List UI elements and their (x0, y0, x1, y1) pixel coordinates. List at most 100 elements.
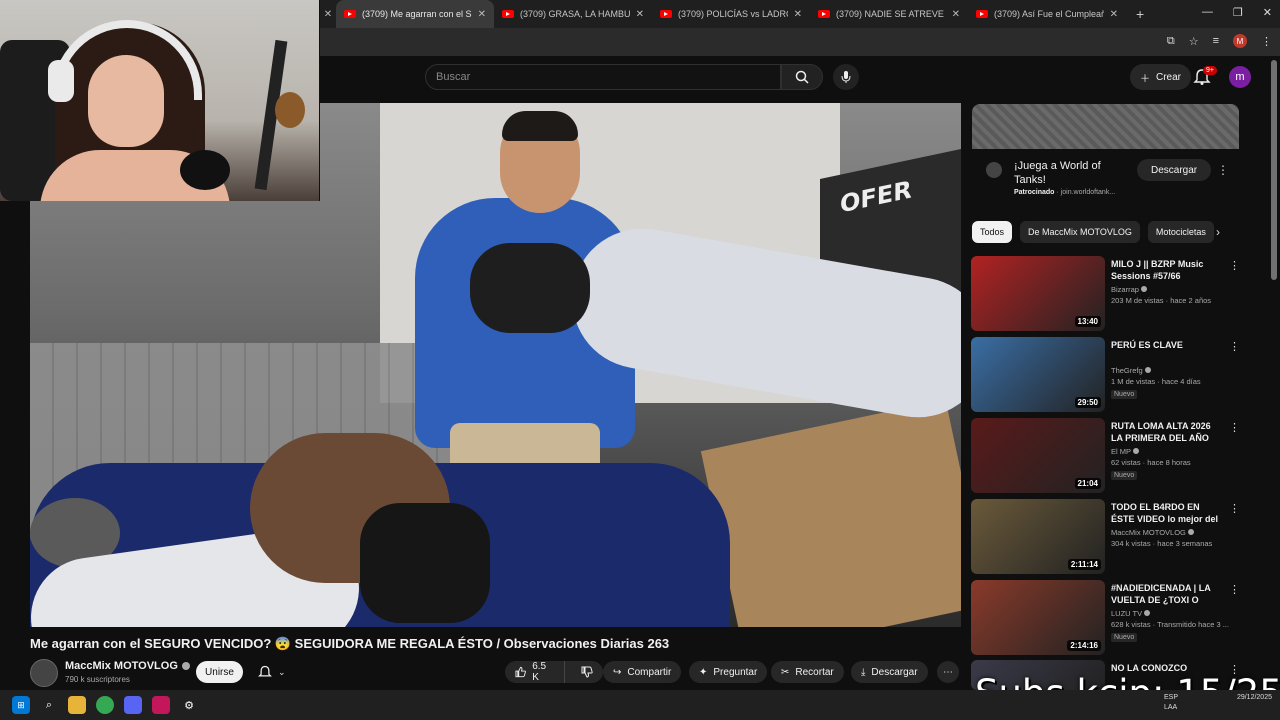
browser-tab-2[interactable]: (3709) GRASA, LA HAMBURGU ✕ (494, 0, 652, 28)
share-button[interactable]: ↪ Compartir (603, 661, 682, 683)
close-icon[interactable]: ✕ (478, 9, 486, 20)
tab-title: (3709) Así Fue el Cumpleaños d (994, 9, 1104, 19)
video-title[interactable]: MILO J || BZRP Music Sessions #57/66 (1111, 258, 1223, 282)
video-frame-box (700, 399, 961, 627)
video-thumbnail[interactable]: 21:04 (971, 418, 1105, 493)
browser-tab-strip: ✕ (3709) Me agarran con el SEGU ✕ (3709)… (320, 0, 1280, 28)
keyboard-language[interactable]: ESP LAA (1164, 693, 1178, 713)
menu-kebab-icon[interactable]: ⋮ (1261, 35, 1272, 48)
recommendation-item[interactable]: 2:11:14 TODO EL B4RDO EN ÉSTE VIDEO lo me… (971, 499, 1241, 575)
like-button[interactable]: 6.5 K (505, 661, 565, 683)
file-explorer-icon[interactable] (68, 696, 86, 714)
more-horizontal-icon: ⋯ (943, 666, 953, 678)
chevron-down-icon: ⌄ (278, 666, 286, 677)
chip-channel[interactable]: De MaccMix MOTOVLOG (1020, 221, 1140, 243)
search-icon[interactable]: ⌕ (40, 696, 58, 714)
recommendation-item[interactable]: 2:14:16 #NADIEDICENADA | LA VUELTA DE ¿TO… (971, 580, 1241, 656)
clip-label: Recortar (795, 666, 834, 678)
filter-chips: Todos De MaccMix MOTOVLOG Motocicletas (972, 221, 1234, 243)
chrome-icon[interactable] (96, 696, 114, 714)
search-button[interactable] (781, 64, 823, 90)
channel-name[interactable]: MaccMix MOTOVLOG (65, 660, 178, 672)
close-window-icon[interactable]: ✕ (1263, 6, 1272, 19)
close-icon[interactable]: ✕ (794, 9, 802, 20)
more-options-icon[interactable]: ⋮ (1229, 259, 1240, 272)
browser-tab-4[interactable]: (3709) NADIE SE ATREVE a TER ✕ (810, 0, 968, 28)
chip-all[interactable]: Todos (972, 221, 1013, 243)
clip-button[interactable]: ✂ Recortar (771, 661, 844, 683)
join-button[interactable]: Unirse (196, 661, 243, 683)
video-title[interactable]: PERÚ ES CLAVE (1111, 339, 1223, 351)
recording-app-icon[interactable] (152, 696, 170, 714)
scrollbar[interactable] (1271, 60, 1277, 280)
language-code: ESP (1164, 694, 1179, 701)
ask-button[interactable]: ✦ Preguntar (689, 661, 768, 683)
chevron-right-icon[interactable]: › (1216, 225, 1220, 239)
channel-name-text: LUZU TV (1111, 609, 1143, 618)
language-layout: LAA (1164, 704, 1178, 711)
video-title[interactable]: RUTA LOMA ALTA 2026 LA PRIMERA DEL AÑO (1111, 420, 1223, 444)
channel-name: TheGrefg (1111, 366, 1151, 375)
clock-date: 29/12/2025 (1236, 694, 1272, 701)
more-actions-button[interactable]: ⋯ (937, 661, 959, 683)
recommendation-item[interactable]: 13:40 MILO J || BZRP Music Sessions #57/6… (971, 256, 1241, 332)
channel-name-row[interactable]: MaccMix MOTOVLOG (65, 660, 190, 672)
video-title[interactable]: #NADIEDICENADA | LA VUELTA DE ¿TOXI O TI… (1111, 582, 1223, 606)
dislike-button[interactable] (571, 661, 603, 683)
channel-name: El MP (1111, 447, 1139, 456)
install-icon[interactable]: ⧉ (1167, 35, 1175, 48)
channel-avatar[interactable] (30, 659, 58, 687)
maximize-icon[interactable]: ❐ (1233, 6, 1243, 19)
ad-meta: Patrocinado · join.worldoftank... (1014, 189, 1116, 196)
new-badge: Nuevo (1111, 633, 1138, 642)
ad-card[interactable]: ¡Juega a World of Tanks! Patrocinado · j… (972, 149, 1239, 209)
more-options-icon[interactable]: ⋮ (1229, 583, 1240, 596)
search-input[interactable]: Buscar (425, 64, 781, 90)
close-icon[interactable]: ✕ (636, 9, 644, 20)
sparkle-icon: ✦ (699, 666, 708, 678)
video-thumbnail[interactable]: 29:50 (971, 337, 1105, 412)
account-avatar[interactable]: m (1229, 66, 1251, 88)
system-clock[interactable]: 29/12/2025 (1237, 693, 1272, 703)
video-duration: 13:40 (1074, 316, 1101, 327)
more-options-icon[interactable]: ⋮ (1229, 502, 1240, 515)
more-options-icon[interactable]: ⋮ (1229, 421, 1240, 434)
voice-search-button[interactable] (833, 64, 859, 90)
video-stats: 203 M de vistas · hace 2 años (1111, 296, 1212, 305)
minimize-icon[interactable]: — (1202, 6, 1213, 19)
ad-banner-image[interactable] (972, 104, 1239, 149)
close-icon[interactable]: ✕ (320, 9, 336, 20)
ad-title: ¡Juega a World of Tanks! (1014, 160, 1101, 186)
new-badge: Nuevo (1111, 390, 1138, 399)
download-button[interactable]: ⤓ Descargar (851, 661, 928, 683)
video-title[interactable]: TODO EL B4RDO EN ÉSTE VIDEO lo mejor del… (1111, 501, 1223, 525)
close-icon[interactable]: ✕ (1110, 9, 1118, 20)
window-controls: — ❐ ✕ (1202, 6, 1272, 19)
video-thumbnail[interactable]: 2:11:14 (971, 499, 1105, 574)
browser-tab-1[interactable]: (3709) Me agarran con el SEGU ✕ (336, 0, 494, 28)
download-label: Descargar (871, 666, 918, 678)
video-thumbnail[interactable]: 2:14:16 (971, 580, 1105, 655)
youtube-icon (502, 10, 514, 18)
windows-start-icon[interactable]: ⊞ (12, 696, 30, 714)
subscription-bell-button[interactable]: ⌄ (250, 661, 294, 683)
bookmark-star-icon[interactable]: ☆ (1189, 35, 1199, 48)
recommendation-item[interactable]: 29:50 PERÚ ES CLAVE TheGrefg 1 M de vistas… (971, 337, 1241, 413)
ad-more-icon[interactable]: ⋮ (1217, 163, 1229, 177)
browser-tab-5[interactable]: (3709) Así Fue el Cumpleaños d ✕ (968, 0, 1126, 28)
settings-icon[interactable]: ⚙ (180, 696, 198, 714)
new-tab-button[interactable]: + (1136, 6, 1144, 22)
profile-avatar[interactable]: M (1233, 34, 1247, 48)
channel-name-text: El MP (1111, 447, 1131, 456)
new-badge: Nuevo (1111, 471, 1138, 480)
media-controls-icon[interactable]: ≡ (1213, 35, 1219, 47)
browser-tab-3[interactable]: (3709) POLICÍAS vs LADRONES ✕ (652, 0, 810, 28)
ad-download-button[interactable]: Descargar (1137, 159, 1212, 181)
close-icon[interactable]: ✕ (952, 9, 960, 20)
video-thumbnail[interactable]: 13:40 (971, 256, 1105, 331)
chip-motorcycles[interactable]: Motocicletas (1147, 221, 1214, 243)
recommendation-item[interactable]: 21:04 RUTA LOMA ALTA 2026 LA PRIMERA DEL … (971, 418, 1241, 494)
discord-icon[interactable] (124, 696, 142, 714)
more-options-icon[interactable]: ⋮ (1229, 340, 1240, 353)
create-button[interactable]: ＋ Crear (1130, 64, 1192, 90)
